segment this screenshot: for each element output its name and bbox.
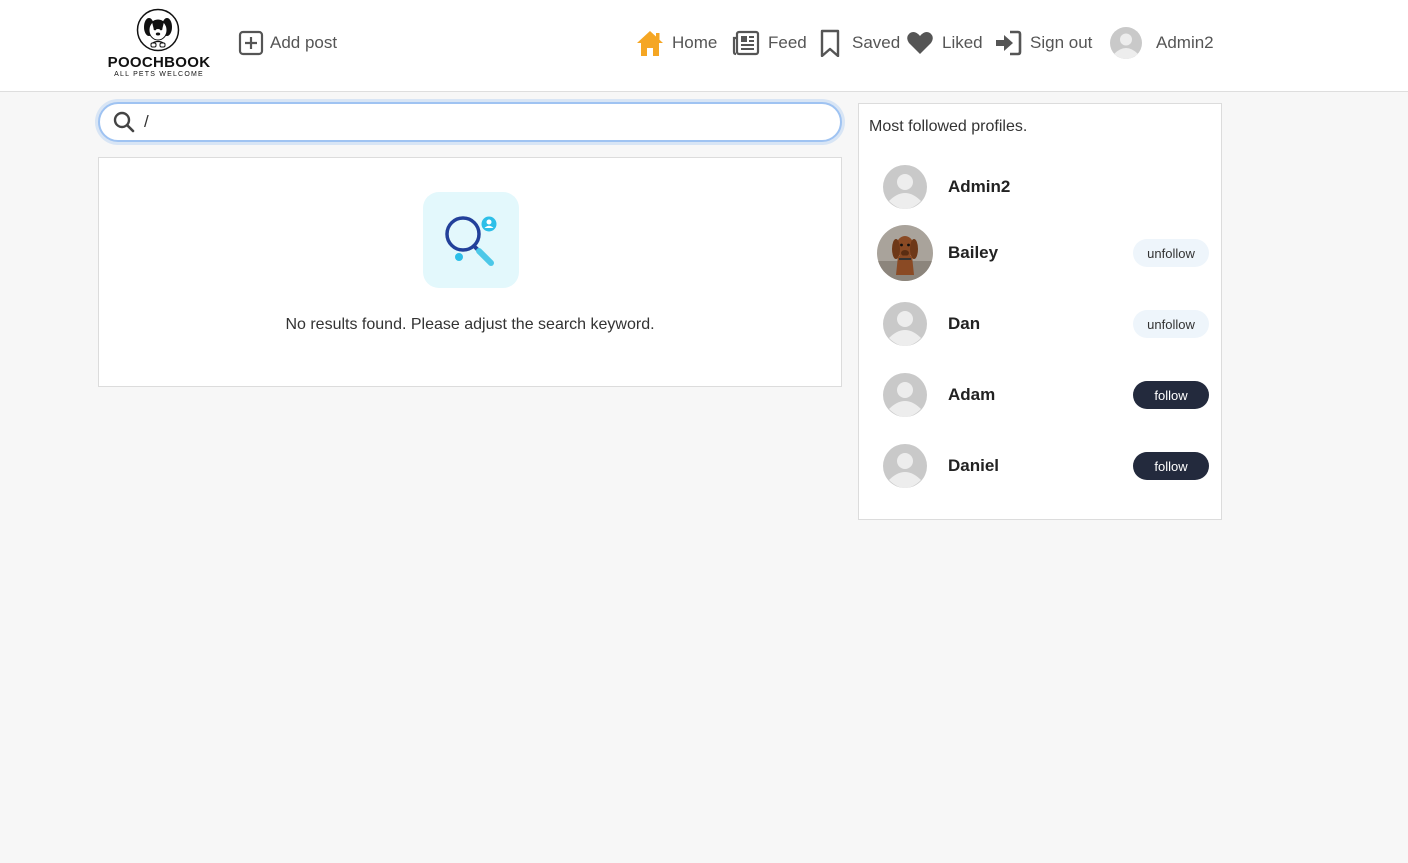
search-bar[interactable]: [98, 102, 842, 142]
most-followed-panel: Most followed profiles. Admin2 Bailey un…: [858, 103, 1222, 520]
dog-logo-icon: [136, 8, 180, 52]
home-icon: [637, 31, 663, 56]
nav-home[interactable]: Home: [636, 27, 717, 59]
top-navbar: POOCHBOOK ALL PETS WELCOME Add post Home…: [0, 0, 1408, 92]
profile-row-admin2[interactable]: Admin2: [877, 159, 1209, 215]
plus-square-icon: [238, 30, 264, 56]
search-results-panel: No results found. Please adjust the sear…: [98, 157, 842, 387]
dog-photo-avatar: [877, 225, 933, 281]
avatar-icon: [1110, 27, 1142, 59]
nav-sign-out[interactable]: Sign out: [994, 27, 1092, 59]
nav-home-label: Home: [672, 33, 718, 52]
nav-feed[interactable]: Feed: [732, 27, 807, 59]
profile-name[interactable]: Dan: [948, 314, 980, 334]
avatar-icon: [877, 367, 933, 423]
profile-name[interactable]: Admin2: [948, 177, 1010, 197]
brand-name: POOCHBOOK: [107, 54, 211, 71]
bookmark-icon: [820, 29, 840, 57]
nav-profile-label: Admin2: [1156, 33, 1214, 52]
no-results-illustration-icon: [423, 192, 519, 288]
profile-name[interactable]: Adam: [948, 385, 995, 405]
avatar-icon: [877, 438, 933, 494]
no-results-message: No results found. Please adjust the sear…: [285, 316, 655, 333]
nav-saved-label: Saved: [852, 33, 901, 52]
avatar-icon: [877, 159, 933, 215]
profile-row-bailey[interactable]: Bailey unfollow: [877, 225, 1209, 281]
search-icon: [113, 111, 135, 133]
profile-name[interactable]: Daniel: [948, 456, 999, 476]
follow-button[interactable]: follow: [1133, 452, 1209, 480]
add-post-button[interactable]: Add post: [238, 29, 337, 57]
unfollow-button[interactable]: unfollow: [1133, 239, 1209, 267]
sign-in-arrow-icon: [996, 30, 1022, 56]
brand-tagline: ALL PETS WELCOME: [114, 71, 204, 78]
follow-button[interactable]: follow: [1133, 381, 1209, 409]
nav-feed-label: Feed: [768, 33, 807, 52]
avatar-icon: [877, 296, 933, 352]
profile-row-daniel[interactable]: Daniel follow: [877, 438, 1209, 494]
profile-row-adam[interactable]: Adam follow: [877, 367, 1209, 423]
add-post-label: Add post: [270, 33, 338, 52]
search-input[interactable]: [144, 112, 824, 132]
nav-liked[interactable]: Liked: [906, 27, 983, 59]
unfollow-button[interactable]: unfollow: [1133, 310, 1209, 338]
nav-saved[interactable]: Saved: [816, 27, 900, 59]
nav-liked-label: Liked: [942, 33, 983, 52]
profile-row-dan[interactable]: Dan unfollow: [877, 296, 1209, 352]
heart-icon: [907, 32, 933, 54]
panel-title: Most followed profiles.: [869, 118, 1028, 135]
nav-sign-out-label: Sign out: [1030, 33, 1093, 52]
poochbook-logo[interactable]: POOCHBOOK ALL PETS WELCOME: [104, 8, 214, 80]
profile-name[interactable]: Bailey: [948, 243, 998, 263]
nav-profile[interactable]: Admin2: [1110, 27, 1214, 59]
newspaper-icon: [732, 30, 760, 56]
